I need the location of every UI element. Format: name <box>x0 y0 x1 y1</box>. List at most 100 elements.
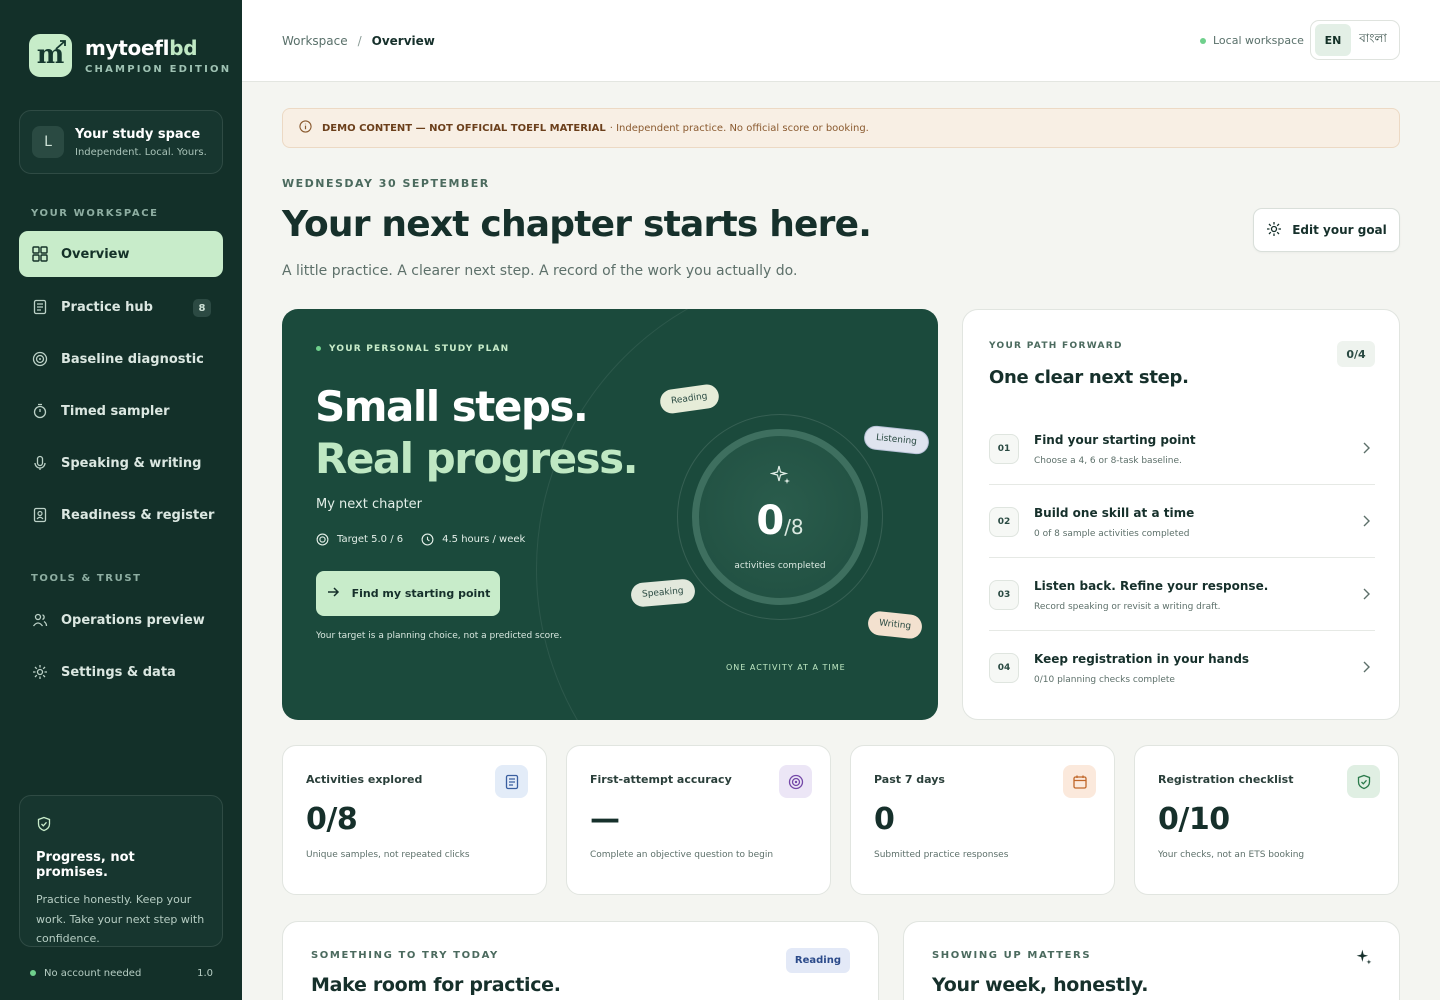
progress-count: 0/8 <box>756 498 804 544</box>
try-today-card: SOMETHING TO TRY TODAY Make room for pra… <box>282 921 879 1000</box>
users-icon <box>31 611 49 629</box>
sidebar-item-label: Settings & data <box>61 664 176 680</box>
lang-bn-button[interactable]: বাংলা <box>1351 30 1395 50</box>
stat-card-registration: Registration checklist 0/10 Your checks,… <box>1134 745 1399 895</box>
path-step[interactable]: 01 Find your starting point Choose a 4, … <box>989 412 1375 485</box>
try-today-title: Make room for practice. <box>311 974 561 996</box>
logo-mark: m <box>29 34 72 77</box>
stat-label: Past 7 days <box>874 773 945 786</box>
step-number: 01 <box>989 434 1019 464</box>
arrow-right-icon <box>326 585 352 602</box>
avatar: L <box>32 126 64 158</box>
sparkle-icon <box>1355 948 1373 970</box>
plan-eyebrow: YOUR PERSONAL STUDY PLAN <box>316 344 509 354</box>
sidebar-item-practice-hub[interactable]: Practice hub 8 <box>19 284 223 330</box>
stat-desc: Submitted practice responses <box>874 850 1009 860</box>
path-step[interactable]: 03 Listen back. Refine your response. Re… <box>989 558 1375 631</box>
sidebar-item-label: Readiness & register <box>61 507 215 523</box>
sidebar: m mytoeflbd CHAMPION EDITION L Your stud… <box>0 0 242 1000</box>
step-number: 03 <box>989 580 1019 610</box>
find-starting-point-button[interactable]: Find my starting point <box>316 571 500 616</box>
step-number: 02 <box>989 507 1019 537</box>
study-plan-card: YOUR PERSONAL STUDY PLAN Small steps. Re… <box>282 309 938 720</box>
sidebar-footer: No account needed 1.0 <box>30 968 213 979</box>
step-title: Listen back. Refine your response. <box>1034 579 1269 593</box>
page-title: Your next chapter starts here. <box>282 204 872 245</box>
sidebar-item-overview[interactable]: Overview <box>19 231 223 277</box>
breadcrumb: Workspace / Overview <box>282 34 435 48</box>
lang-en-button[interactable]: EN <box>1315 24 1351 56</box>
stat-card-past-7-days: Past 7 days 0 Submitted practice respons… <box>850 745 1115 895</box>
shield-check-icon <box>1347 765 1380 798</box>
status-dot <box>1200 38 1206 44</box>
path-step[interactable]: 04 Keep registration in your hands 0/10 … <box>989 631 1375 704</box>
demo-text: · Independent practice. No official scor… <box>609 122 869 134</box>
target-icon <box>316 533 329 546</box>
step-title: Find your starting point <box>1034 433 1196 447</box>
step-desc: Choose a 4, 6 or 8-task baseline. <box>1034 456 1182 466</box>
path-title: One clear next step. <box>989 367 1189 388</box>
try-today-eyebrow: SOMETHING TO TRY TODAY <box>311 950 499 961</box>
stat-value: 0 <box>874 802 895 837</box>
plan-footer: ONE ACTIVITY AT A TIME <box>726 663 846 672</box>
stopwatch-icon <box>31 402 49 420</box>
sidebar-item-label: Baseline diagnostic <box>61 351 204 367</box>
document-icon <box>31 298 49 316</box>
breadcrumb-overview: Overview <box>371 34 435 48</box>
count-badge: 8 <box>193 299 211 317</box>
account-status: No account needed <box>30 968 141 979</box>
gear-icon <box>1266 221 1292 240</box>
sidebar-item-speaking-writing[interactable]: Speaking & writing <box>19 440 223 486</box>
sidebar-item-timed-sampler[interactable]: Timed sampler <box>19 388 223 434</box>
target-meta: Target 5.0 / 6 <box>316 533 403 546</box>
chevron-right-icon <box>1361 586 1371 605</box>
promise-body: Practice honestly. Keep your work. Take … <box>36 893 205 945</box>
stat-value: 0/8 <box>306 802 358 837</box>
step-title: Build one skill at a time <box>1034 506 1195 520</box>
target-icon <box>31 350 49 368</box>
step-desc: 0 of 8 sample activities completed <box>1034 529 1190 539</box>
chevron-right-icon <box>1361 440 1371 459</box>
chevron-right-icon <box>1361 659 1371 678</box>
clock-icon <box>421 533 434 546</box>
brand-logo[interactable]: m mytoeflbd CHAMPION EDITION <box>29 34 231 77</box>
target-icon <box>779 765 812 798</box>
grid-icon <box>31 245 49 263</box>
reading-badge: Reading <box>785 948 850 973</box>
promise-title: Progress, not promises. <box>36 850 135 880</box>
week-title: Your week, honestly. <box>932 974 1149 996</box>
sidebar-item-settings-data[interactable]: Settings & data <box>19 649 223 695</box>
stat-card-activities: Activities explored 0/8 Unique samples, … <box>282 745 547 895</box>
study-space-title: Your study space <box>75 126 201 142</box>
path-forward-card: YOUR PATH FORWARD One clear next step. 0… <box>962 309 1400 720</box>
id-card-icon <box>31 506 49 524</box>
path-step[interactable]: 02 Build one skill at a time 0 of 8 samp… <box>989 485 1375 558</box>
brand-edition: CHAMPION EDITION <box>85 64 232 75</box>
stat-desc: Your checks, not an ETS booking <box>1158 850 1305 860</box>
page-subtitle: A little practice. A clearer next step. … <box>282 263 798 279</box>
chevron-right-icon <box>1361 513 1371 532</box>
week-card: SHOWING UP MATTERS Your week, honestly. <box>903 921 1400 1000</box>
breadcrumb-workspace[interactable]: Workspace <box>282 34 348 48</box>
stat-value: — <box>590 802 620 837</box>
next-chapter-label: My next chapter <box>316 497 423 512</box>
sidebar-item-readiness-register[interactable]: Readiness & register <box>19 492 223 538</box>
stat-label: First-attempt accuracy <box>590 773 732 786</box>
sidebar-item-label: Timed sampler <box>61 403 170 419</box>
plan-headline: Small steps. Real progress. <box>315 382 639 483</box>
stat-desc: Unique samples, not repeated clicks <box>306 850 470 860</box>
language-switcher: EN বাংলা <box>1310 20 1400 60</box>
step-number: 04 <box>989 653 1019 683</box>
workspace-heading: YOUR WORKSPACE <box>31 208 159 219</box>
status-dot <box>316 346 321 351</box>
week-eyebrow: SHOWING UP MATTERS <box>932 950 1092 961</box>
sidebar-item-operations-preview[interactable]: Operations preview <box>19 597 223 643</box>
edit-goal-button[interactable]: Edit your goal <box>1253 208 1400 252</box>
demo-label: DEMO CONTENT — NOT OFFICIAL TOEFL MATERI… <box>322 122 606 134</box>
stat-card-accuracy: First-attempt accuracy — Complete an obj… <box>566 745 831 895</box>
sidebar-item-baseline-diagnostic[interactable]: Baseline diagnostic <box>19 336 223 382</box>
promise-card: Progress, not promises. Practice honestl… <box>19 795 223 947</box>
sidebar-item-label: Operations preview <box>61 612 205 628</box>
sidebar-item-label: Practice hub <box>61 299 153 315</box>
study-space-card[interactable]: L Your study space Independent. Local. Y… <box>19 110 223 174</box>
